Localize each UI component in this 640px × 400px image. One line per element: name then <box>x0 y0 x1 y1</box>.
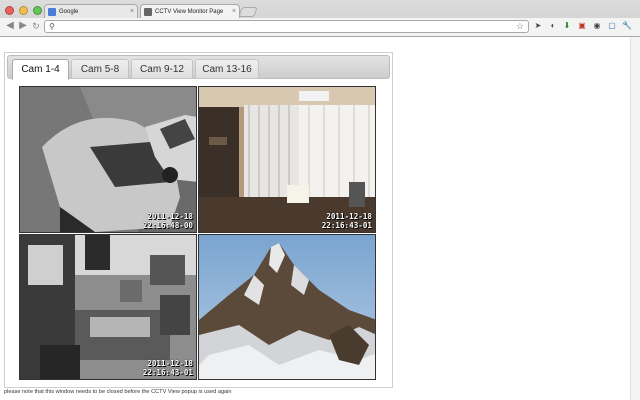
window-controls <box>5 6 42 15</box>
tab-cam-5-8[interactable]: Cam 5-8 <box>71 59 129 79</box>
close-tab-icon[interactable]: × <box>232 5 236 19</box>
close-tab-icon[interactable]: × <box>130 5 134 19</box>
cctv-monitor-panel: Cam 1-4 Cam 5-8 Cam 9-12 Cam 13-16 2011-… <box>4 52 393 388</box>
camera-feed-1[interactable]: 2011-12-18 22:16:48-00 <box>19 86 197 233</box>
browser-toolbar: ◀ ▶ ↻ ⚲ ☆ ➤ ◐ ⬇ ▣ ◉ ▢ 🔧 <box>0 18 640 36</box>
minimize-window-button[interactable] <box>19 6 28 15</box>
browser-tab-google[interactable]: Google × <box>44 4 138 18</box>
camera-tab-bar: Cam 1-4 Cam 5-8 Cam 9-12 Cam 13-16 <box>7 55 390 80</box>
search-icon: ⚲ <box>49 22 55 31</box>
timestamp-time: 22:16:43-01 <box>321 221 372 230</box>
page-favicon-icon <box>144 8 152 16</box>
forward-arrow-icon[interactable]: ▶ <box>17 20 29 32</box>
browser-window-chrome: Google × CCTV View Monitor Page × ◀ ▶ ↻ … <box>0 0 640 37</box>
browser-tab-label: Google <box>59 9 79 15</box>
extension-arrow-icon[interactable]: ➤ <box>533 21 543 31</box>
camera-feed-3[interactable]: 2011-12-18 22:16:43-01 <box>19 234 197 380</box>
camera-feed-2[interactable]: 2011-12-18 22:16:43-01 <box>198 86 376 233</box>
extension-ghost-icon[interactable]: ◐ <box>548 21 558 31</box>
camera-feed-4[interactable] <box>198 234 376 380</box>
camera-timestamp: 2011-12-18 22:16:43-01 <box>322 212 372 230</box>
timestamp-date: 2011-12-18 <box>326 212 372 221</box>
tab-cam-13-16[interactable]: Cam 13-16 <box>195 59 259 79</box>
timestamp-time: 22:16:43-01 <box>142 368 193 377</box>
tab-cam-1-4[interactable]: Cam 1-4 <box>12 59 69 80</box>
camera-timestamp: 2011-12-18 22:16:48-00 <box>143 212 193 230</box>
timestamp-date: 2011-12-18 <box>147 359 193 368</box>
bookmark-star-icon[interactable]: ☆ <box>516 21 524 32</box>
timestamp-time: 22:16:48-00 <box>142 221 193 230</box>
camera-timestamp: 2011-12-18 22:16:43-01 <box>143 359 193 377</box>
wrench-icon[interactable]: 🔧 <box>622 21 632 31</box>
zoom-window-button[interactable] <box>33 6 42 15</box>
new-tab-button[interactable] <box>238 7 258 17</box>
mountain-image <box>199 235 375 379</box>
close-window-button[interactable] <box>5 6 14 15</box>
browser-tab-label: CCTV View Monitor Page <box>155 9 224 15</box>
reload-icon[interactable]: ↻ <box>30 20 42 32</box>
browser-tab-cctv[interactable]: CCTV View Monitor Page × <box>140 4 240 18</box>
google-favicon-icon <box>48 8 56 16</box>
extension-dial-icon[interactable]: ◉ <box>592 21 602 31</box>
popup-notice: please note that this window needs to be… <box>4 389 232 395</box>
extension-window-icon[interactable]: ▢ <box>607 21 617 31</box>
address-bar[interactable]: ⚲ ☆ <box>44 20 529 33</box>
tab-cam-9-12[interactable]: Cam 9-12 <box>131 59 193 79</box>
page-scrollbar[interactable] <box>630 37 640 400</box>
extension-badge-icon[interactable]: ▣ <box>577 21 587 31</box>
timestamp-date: 2011-12-18 <box>147 212 193 221</box>
back-arrow-icon[interactable]: ◀ <box>4 20 16 32</box>
extension-download-icon[interactable]: ⬇ <box>562 21 572 31</box>
